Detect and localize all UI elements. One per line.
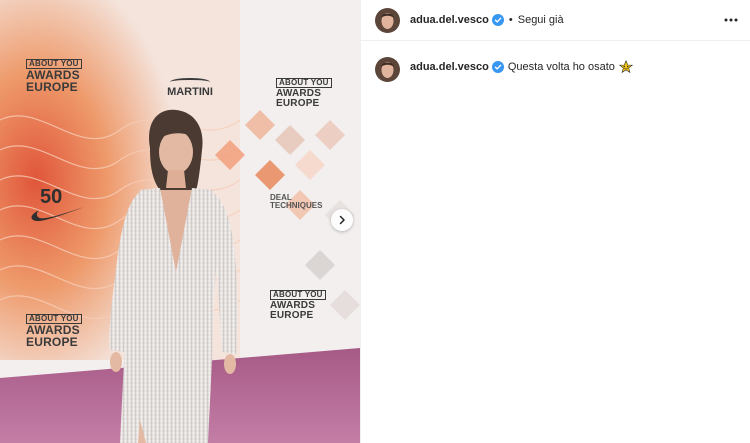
chevron-right-icon xyxy=(339,215,345,225)
europe-text: EUROPE xyxy=(26,335,78,349)
nike-swoosh-icon xyxy=(31,207,85,222)
caption-body: adua.del.vesco Questa volta ho osato xyxy=(410,57,633,74)
martini-text: MARTINI xyxy=(167,86,213,98)
caption-row: adua.del.vesco Questa volta ho osato xyxy=(375,57,736,82)
caption-avatar[interactable] xyxy=(375,57,400,82)
caption-text: Questa volta ho osato xyxy=(507,61,615,73)
avatar-image xyxy=(375,57,400,82)
following-button[interactable]: Segui già xyxy=(518,14,564,26)
deal-techniques-logo: DEAL TECHNIQUES xyxy=(270,194,322,210)
more-options-button[interactable] xyxy=(722,12,740,28)
star-struck-emoji-icon xyxy=(618,60,633,74)
caption-username-link[interactable]: adua.del.vesco xyxy=(410,60,489,74)
verified-badge-icon xyxy=(491,61,504,73)
about-you-text: ABOUT YOU xyxy=(276,78,332,88)
more-options-icon xyxy=(724,18,738,22)
about-you-logo-top-left: ABOUT YOU AWARDS EUROPE xyxy=(26,57,82,93)
europe-text: EUROPE xyxy=(26,80,78,94)
about-you-text: ABOUT YOU xyxy=(270,290,326,300)
username-link[interactable]: adua.del.vesco xyxy=(410,14,489,26)
martini-logo: MARTINI xyxy=(166,78,214,100)
separator-dot: • xyxy=(508,14,513,26)
techniques-text: TECHNIQUES xyxy=(270,201,323,210)
avatar[interactable] xyxy=(375,7,400,33)
about-you-logo-bottom-left: ABOUT YOU AWARDS EUROPE xyxy=(26,312,82,348)
verified-badge-icon xyxy=(491,14,504,26)
post-header: adua.del.vesco • Segui già xyxy=(361,0,750,41)
post-side-panel: adua.del.vesco • Segui già adua.del.vesc… xyxy=(360,0,750,443)
about-you-logo-top-right: ABOUT YOU AWARDS EUROPE xyxy=(276,78,332,109)
next-image-button[interactable] xyxy=(331,209,353,231)
about-you-logo-mid-right: ABOUT YOU AWARDS EUROPE xyxy=(270,290,326,321)
comments-section: adua.del.vesco Questa volta ho osato xyxy=(361,41,750,98)
instagram-post: ABOUT YOU AWARDS EUROPE MARTINI ABOUT YO… xyxy=(0,0,750,443)
europe-text: EUROPE xyxy=(276,97,320,109)
europe-text: EUROPE xyxy=(270,309,314,321)
post-media[interactable]: ABOUT YOU AWARDS EUROPE MARTINI ABOUT YO… xyxy=(0,0,360,443)
avatar-image xyxy=(375,7,400,33)
